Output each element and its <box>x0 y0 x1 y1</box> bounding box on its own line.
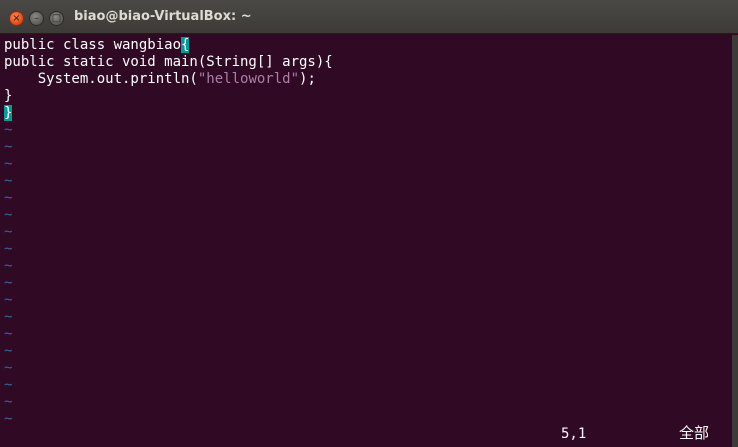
code-text: public class wangbiao <box>4 37 182 53</box>
empty-line-tilde: ~ <box>4 343 13 359</box>
code-line: public static void main(String[] args){ <box>4 54 333 71</box>
empty-line-tilde: ~ <box>4 411 13 427</box>
scrollbar[interactable] <box>732 35 738 447</box>
empty-line-tilde: ~ <box>4 190 13 206</box>
code-text: System.out.println( <box>4 71 198 87</box>
empty-line-tilde: ~ <box>4 122 13 138</box>
code-text: ); <box>299 71 316 87</box>
empty-line-tilde: ~ <box>4 258 13 274</box>
empty-line-tilde: ~ <box>4 292 13 308</box>
maximize-button[interactable]: □ <box>49 11 64 26</box>
code-text: } <box>4 88 13 104</box>
cursor-position: 5,1 <box>561 426 587 442</box>
title-bar[interactable]: × – □ biao@biao-VirtualBox: ~ <box>0 0 738 34</box>
empty-line-tilde: ~ <box>4 326 13 342</box>
empty-line-tilde: ~ <box>4 207 13 223</box>
maximize-icon: □ <box>51 13 62 24</box>
minimize-button[interactable]: – <box>29 11 44 26</box>
empty-line-tilde: ~ <box>4 275 13 291</box>
code-line: System.out.println("helloworld"); <box>4 71 316 88</box>
cursor-highlight: { <box>181 37 190 53</box>
code-line: public class wangbiao{ <box>4 37 190 54</box>
close-icon: × <box>12 13 21 24</box>
empty-line-tilde: ~ <box>4 377 13 393</box>
terminal-content[interactable]: public class wangbiao{public static void… <box>0 35 732 447</box>
empty-line-tilde: ~ <box>4 394 13 410</box>
empty-line-tilde: ~ <box>4 309 13 325</box>
window-title: biao@biao-VirtualBox: ~ <box>74 9 252 24</box>
empty-line-tilde: ~ <box>4 139 13 155</box>
empty-line-tilde: ~ <box>4 156 13 172</box>
string-literal: "helloworld" <box>197 71 300 87</box>
code-line: } <box>4 88 12 105</box>
close-button[interactable]: × <box>9 11 24 26</box>
empty-line-tilde: ~ <box>4 173 13 189</box>
code-line: } <box>4 105 13 122</box>
terminal-window: × – □ biao@biao-VirtualBox: ~ public cla… <box>0 0 738 447</box>
scroll-indicator: 全部 <box>679 424 710 442</box>
minimize-icon: – <box>34 13 39 24</box>
empty-line-tilde: ~ <box>4 224 13 240</box>
code-text: public static void main(String[] args){ <box>4 54 333 70</box>
cursor-highlight: } <box>4 105 13 121</box>
empty-line-tilde: ~ <box>4 241 13 257</box>
empty-line-tilde: ~ <box>4 360 13 376</box>
